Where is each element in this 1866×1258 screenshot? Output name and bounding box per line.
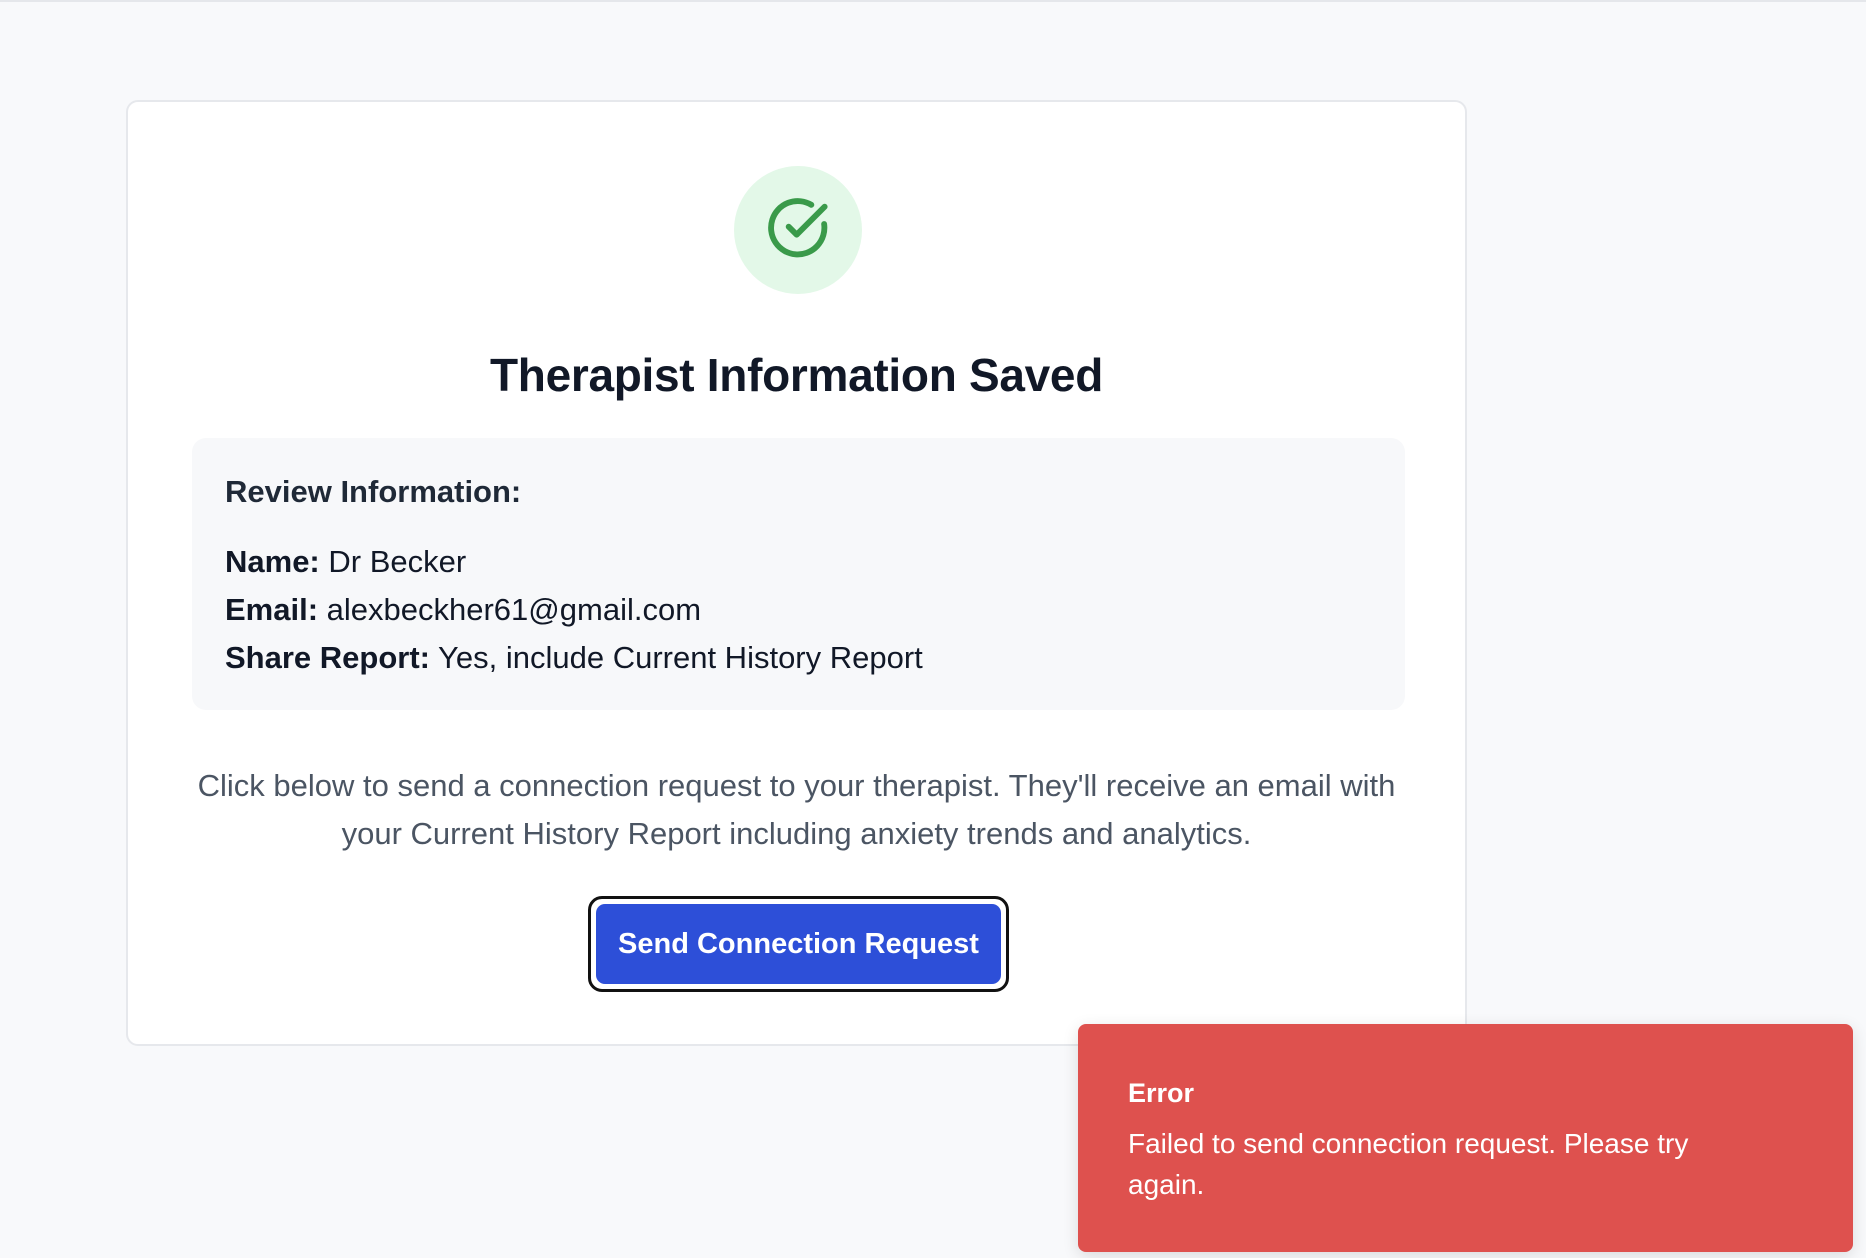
review-share-row: Share Report: Yes, include Current Histo… bbox=[225, 634, 1372, 682]
email-value: alexbeckher61@gmail.com bbox=[326, 592, 702, 627]
share-report-value: Yes, include Current History Report bbox=[438, 640, 923, 675]
review-information-panel: Review Information: Name: Dr Becker Emai… bbox=[192, 438, 1405, 710]
error-toast[interactable]: Error Failed to send connection request.… bbox=[1078, 1024, 1853, 1252]
email-label: Email: bbox=[225, 592, 319, 627]
success-badge bbox=[734, 166, 862, 294]
review-heading: Review Information: bbox=[225, 474, 522, 509]
review-name-row: Name: Dr Becker bbox=[225, 538, 1372, 586]
review-email-row: Email: alexbeckher61@gmail.com bbox=[225, 586, 1372, 634]
name-label: Name: bbox=[225, 544, 320, 579]
name-value: Dr Becker bbox=[328, 544, 467, 579]
toast-title: Error bbox=[1128, 1078, 1195, 1108]
page-title: Therapist Information Saved bbox=[489, 349, 1103, 401]
toast-message: Failed to send connection request. Pleas… bbox=[1128, 1128, 1689, 1200]
instruction-text: Click below to send a connection request… bbox=[197, 768, 1396, 851]
send-button-focus-ring: Send Connection Request bbox=[588, 896, 1009, 992]
confirmation-card: Therapist Information Saved Review Infor… bbox=[126, 100, 1467, 1046]
send-connection-request-button[interactable]: Send Connection Request bbox=[596, 904, 1001, 984]
share-report-label: Share Report: bbox=[225, 640, 430, 675]
check-circle-icon bbox=[766, 196, 830, 265]
